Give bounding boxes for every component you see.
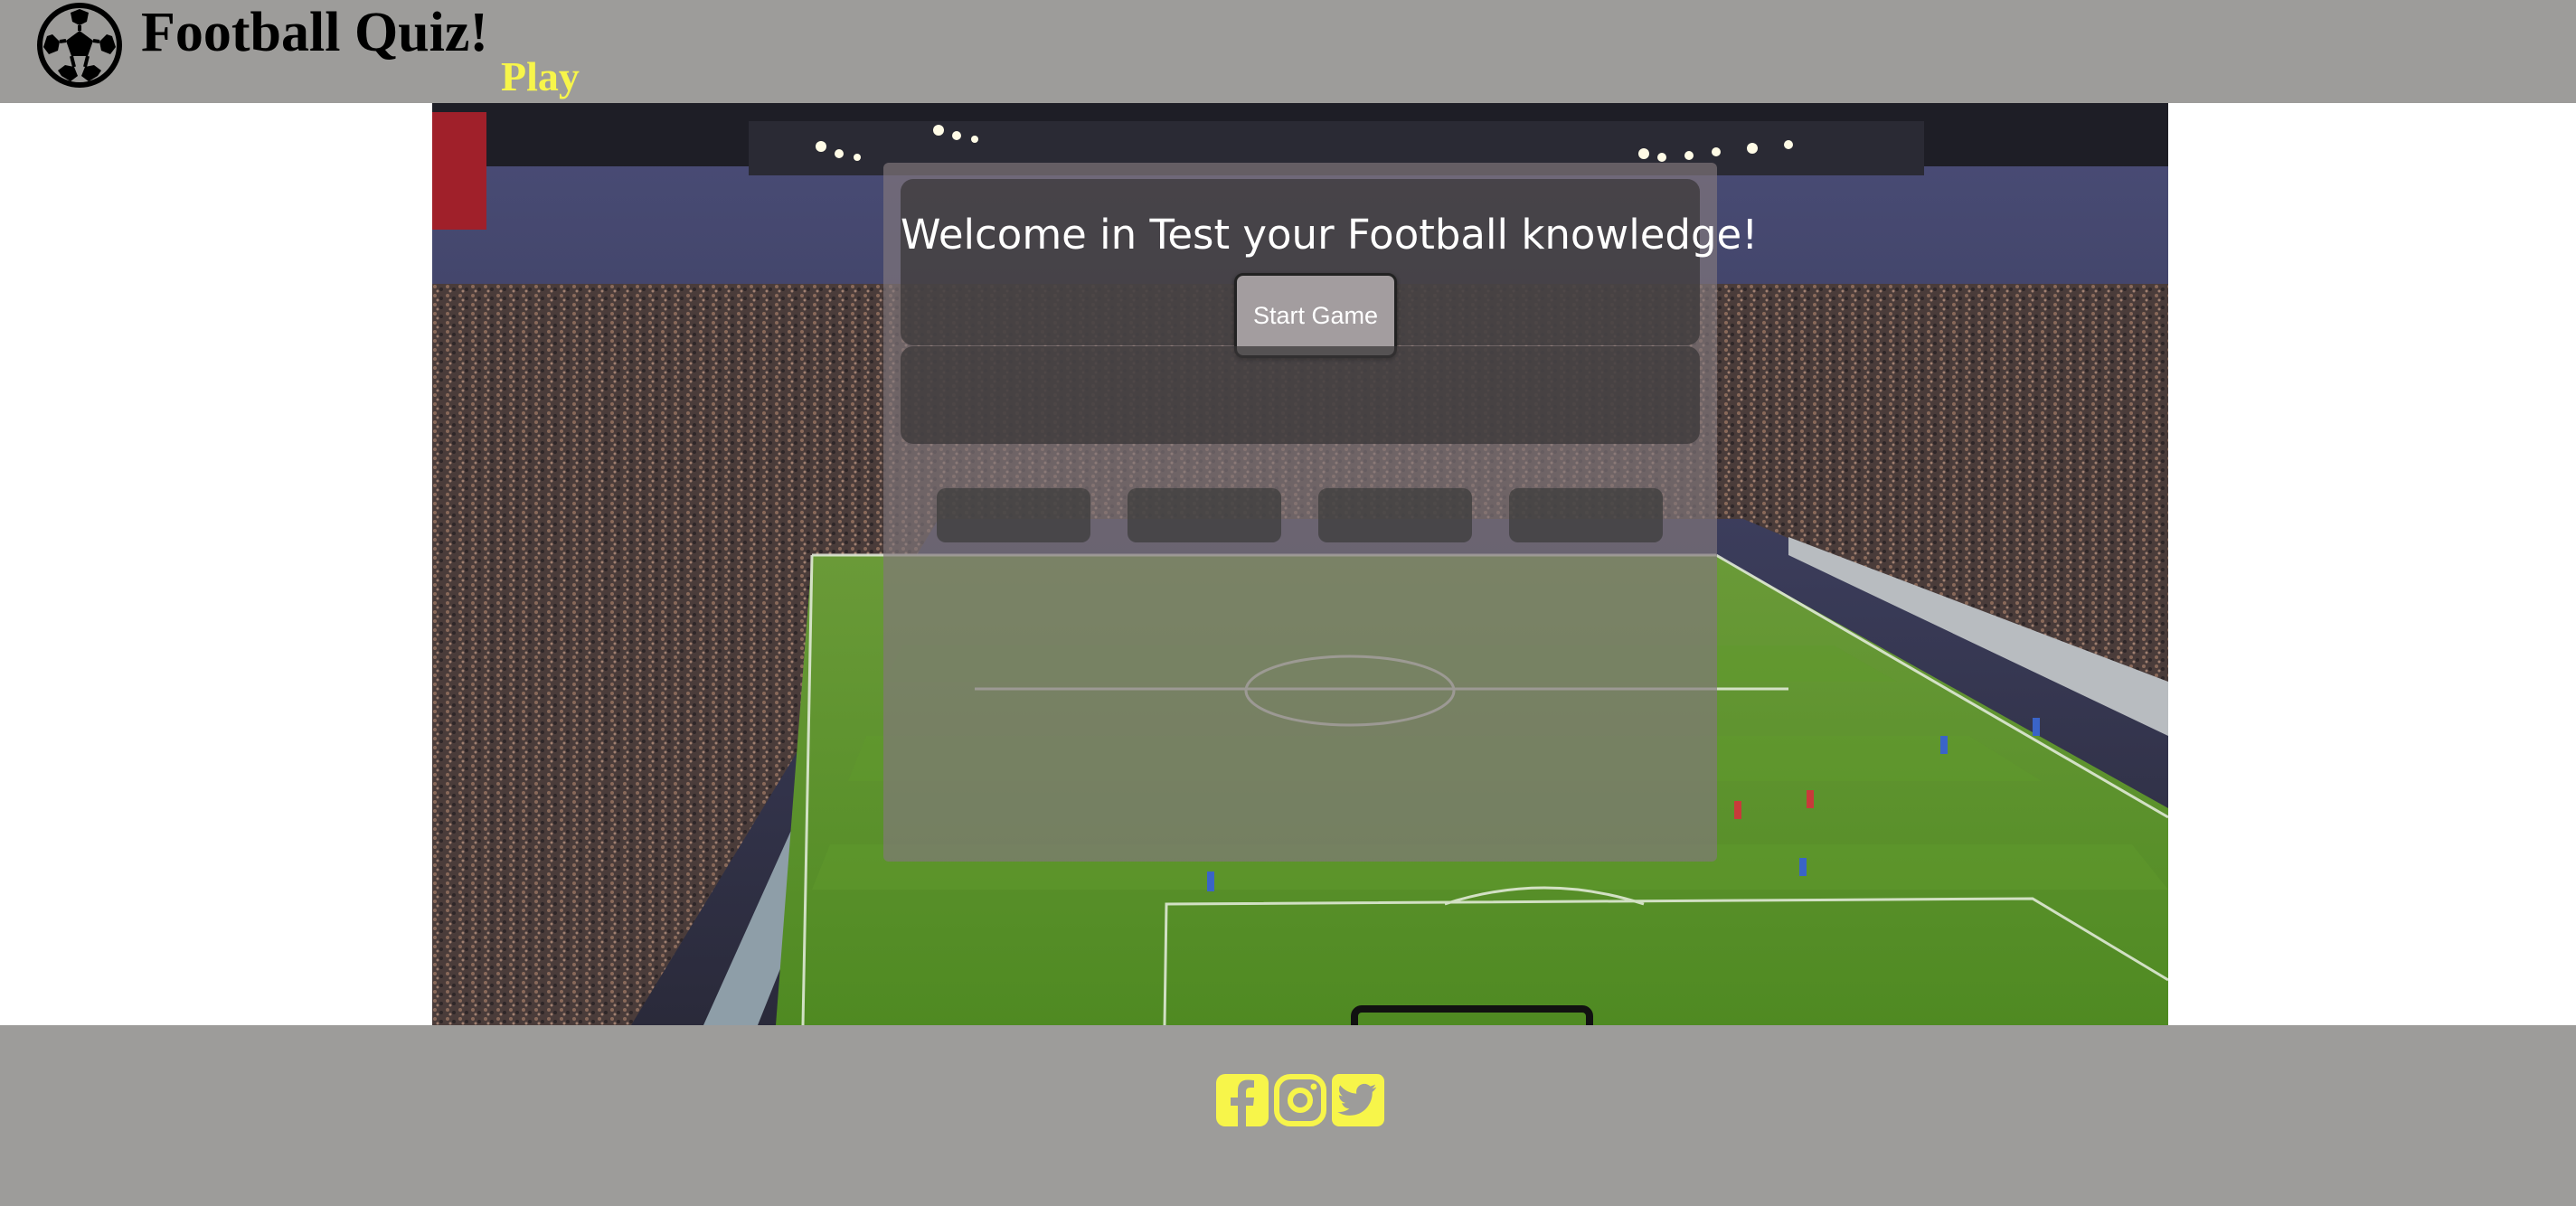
answer-box [901, 346, 1700, 444]
welcome-heading: Welcome in Test your Football knowledge! [901, 211, 1759, 259]
page: Football Quiz! Play Welcome in Test your… [0, 0, 2576, 1206]
site-header: Football Quiz! Play [0, 0, 2576, 103]
twitter-icon[interactable] [1332, 1074, 1384, 1126]
question-box: Welcome in Test your Football knowledge!… [901, 179, 1759, 358]
start-game-button[interactable]: Start Game [1234, 273, 1397, 358]
quiz-panel: Welcome in Test your Football knowledge!… [883, 163, 1759, 862]
choice-button-3[interactable] [1318, 488, 1472, 542]
site-title: Football Quiz! [141, 2, 489, 63]
facebook-icon[interactable] [1216, 1074, 1269, 1126]
soccer-ball-icon[interactable] [34, 0, 125, 90]
choice-button-4[interactable] [1509, 488, 1663, 542]
choice-button-2[interactable] [1128, 488, 1281, 542]
site-footer [0, 1025, 2576, 1206]
choice-button-1[interactable] [937, 488, 1090, 542]
nav-play-link[interactable]: Play [501, 52, 580, 101]
instagram-icon[interactable] [1274, 1074, 1326, 1126]
